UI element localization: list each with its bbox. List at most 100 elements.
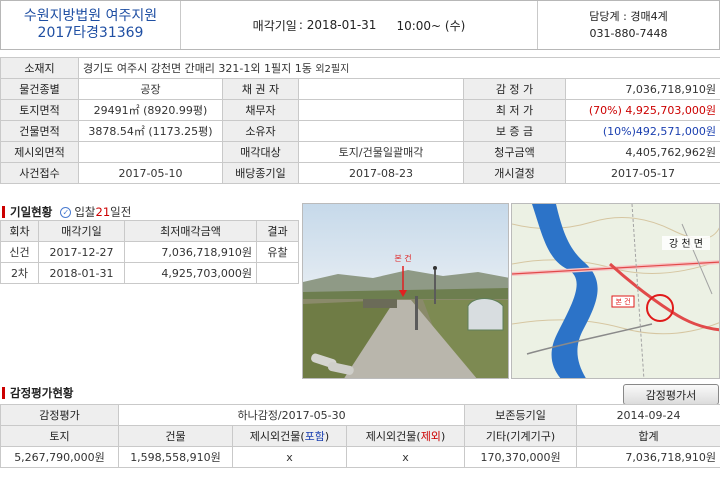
map-area-label: 강 천 면: [669, 238, 703, 250]
total-header: 합계: [576, 425, 720, 447]
appraisal-table: 감정평가 하나감정/2017-05-30 보존등기일 2014-09-24 토지…: [0, 404, 720, 468]
total-value: 7,036,718,910원: [576, 446, 720, 468]
case-received-label: 사건접수: [0, 162, 79, 184]
minimum-price-value: (70%) 4,925,703,000원: [564, 99, 720, 121]
deposit-value: (10%)492,571,000원: [564, 120, 720, 142]
table-row: 건물면적 3878.54㎡ (1173.25평) 소유자 보 증 금 (10%)…: [0, 120, 720, 142]
location-map-image: 본 건 강 천 면: [512, 204, 719, 378]
bidding-header-round: 회차: [0, 220, 39, 242]
bidding-amount: 7,036,718,910원: [124, 241, 257, 263]
property-table: 소재지 경기도 여주시 강천면 간매리 321-1외 1필지 1동 외2필지 물…: [0, 57, 720, 184]
bidding-header-amount: 최저매각금액: [124, 220, 257, 242]
land-area-label: 토지면적: [0, 99, 79, 121]
excluded-area-label: 제시외면적: [0, 141, 79, 163]
case-received-value: 2017-05-10: [78, 162, 223, 184]
bidding-date: 2017-12-27: [38, 241, 125, 263]
check-icon: ✓: [60, 206, 72, 218]
sale-target-label: 매각대상: [222, 141, 299, 163]
minimum-price-label: 최 저 가: [463, 99, 566, 121]
excl-inc-mid: 포함: [304, 430, 325, 443]
dept-block: 담당계 : 경매4계 031-880-7448: [537, 1, 719, 49]
appraisal-value: 7,036,718,910원: [564, 78, 720, 100]
excl-inc-pre: 제시외건물(: [249, 430, 305, 443]
bidding-result: 유찰: [256, 241, 299, 263]
excluded-area-value: [78, 141, 223, 163]
appraisal-firm-value: 하나감정/2017-05-30: [117, 404, 466, 426]
table-row: 신건 2017-12-27 7,036,718,910원 유찰: [0, 241, 299, 263]
excl-inc-post: ): [324, 430, 330, 443]
start-decision-label: 개시결정: [463, 162, 566, 184]
excl-exc-pre: 제시외건물(: [365, 430, 421, 443]
deposit-label: 보 증 금: [463, 120, 566, 142]
bidding-header-date: 매각기일: [38, 220, 125, 242]
property-photo[interactable]: 본 건: [302, 203, 509, 379]
excl-exc-mid: 제외: [420, 430, 441, 443]
dividend-deadline-value: 2017-08-23: [298, 162, 464, 184]
building-area-value: 3878.54㎡ (1173.25평): [78, 120, 223, 142]
land-header: 토지: [0, 425, 119, 447]
claim-label: 청구금액: [463, 141, 566, 163]
owner-label: 소유자: [222, 120, 299, 142]
excluded-included-value: x: [232, 446, 347, 468]
excluded-excluded-value: x: [345, 446, 466, 468]
bidding-round: 신건: [0, 241, 39, 263]
location-address: 경기도 여주시 강천면 간매리 321-1외 1필지 1동: [83, 62, 312, 75]
bidding-days: 21: [95, 205, 111, 219]
court-block: 수원지방법원 여주지원 2017타경31369: [1, 1, 181, 49]
map-marker-label: 본 건: [615, 297, 630, 306]
appraisal-report-button[interactable]: 감정평가서: [623, 384, 719, 405]
claim-value: 4,405,762,962원: [564, 141, 720, 163]
land-area-value: 29491㎡ (8920.99평): [78, 99, 223, 121]
table-row: 감정평가 하나감정/2017-05-30 보존등기일 2014-09-24: [0, 404, 720, 426]
debtor-value: [298, 99, 464, 121]
auction-date: : 2018-01-31: [298, 18, 377, 32]
table-row: 물건종별 공장 채 권 자 감 정 가 7,036,718,910원: [0, 78, 720, 100]
table-row: 2차 2018-01-31 4,925,703,000원: [0, 262, 299, 284]
photo-label: 본 건: [394, 253, 411, 263]
type-value: 공장: [78, 78, 223, 100]
excluded-included-header: 제시외건물(포함): [232, 425, 347, 447]
dividend-deadline-label: 배당종기일: [222, 162, 299, 184]
table-row: 5,267,790,000원 1,598,558,910원 x x 170,37…: [0, 446, 720, 468]
sale-target-value: 토지/건물일괄매각: [298, 141, 464, 163]
auction-date-label: 매각기일: [252, 18, 297, 33]
excl-exc-post: ): [440, 430, 446, 443]
bidding-header-result: 결과: [256, 220, 299, 242]
location-label: 소재지: [0, 57, 79, 79]
type-label: 물건종별: [0, 78, 79, 100]
bidding-note-post: 일전: [110, 205, 132, 219]
bidding-note-pre: 입찰: [74, 205, 96, 219]
building-header: 건물: [118, 425, 233, 447]
bidding-section-title: 기일현황 ✓ 입찰21일전: [2, 204, 131, 220]
table-row: 토지면적 29491㎡ (8920.99평) 채무자 최 저 가 (70%) 4…: [0, 99, 720, 121]
other-value: 170,370,000원: [464, 446, 578, 468]
excluded-excluded-header: 제시외건물(제외): [345, 425, 466, 447]
other-header: 기타(기계기구): [464, 425, 578, 447]
appraisal-section-title: 감정평가현황: [2, 385, 73, 401]
table-row: 제시외면적 매각대상 토지/건물일괄매각 청구금액 4,405,762,962원: [0, 141, 720, 163]
table-header-row: 회차 매각기일 최저매각금액 결과: [0, 220, 299, 242]
bidding-table: 회차 매각기일 최저매각금액 결과 신건 2017-12-27 7,036,71…: [0, 220, 299, 284]
location-map[interactable]: 본 건 강 천 면: [511, 203, 720, 379]
building-area-label: 건물면적: [0, 120, 79, 142]
land-value: 5,267,790,000원: [0, 446, 119, 468]
start-decision-value: 2017-05-17: [564, 162, 720, 184]
auction-time: 10:00~ (수): [396, 18, 466, 33]
creditor-label: 채 권 자: [222, 78, 299, 100]
location-value: 경기도 여주시 강천면 간매리 321-1외 1필지 1동 외2필지: [77, 57, 720, 79]
creditor-value: [298, 78, 464, 100]
debtor-label: 채무자: [222, 99, 299, 121]
appraisal-title: 감정평가현황: [10, 386, 74, 400]
court-name: 수원지방법원 여주지원: [23, 8, 158, 24]
table-row: 사건접수 2017-05-10 배당종기일 2017-08-23 개시결정 20…: [0, 162, 720, 184]
appraisal-label: 감 정 가: [463, 78, 566, 100]
registration-date-label: 보존등기일: [464, 404, 578, 426]
auction-date-block: 매각기일 : 2018-01-31 10:00~ (수): [181, 1, 537, 49]
table-header-row: 토지 건물 제시외건물(포함) 제시외건물(제외) 기타(기계기구) 합계: [0, 425, 720, 447]
dept-name: 담당계 : 경매4계: [589, 10, 668, 23]
appraisal-firm-label: 감정평가: [0, 404, 119, 426]
table-row: 소재지 경기도 여주시 강천면 간매리 321-1외 1필지 1동 외2필지: [0, 57, 720, 79]
owner-value: [298, 120, 464, 142]
bidding-days-note: 입찰21일전: [74, 204, 131, 220]
dept-phone: 031-880-7448: [589, 27, 668, 40]
